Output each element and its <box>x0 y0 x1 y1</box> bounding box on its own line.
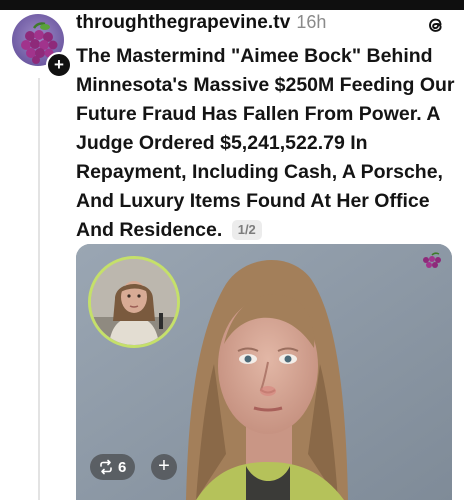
post-header: throughthegrapevine.tv 16h <box>76 12 326 38</box>
username-link[interactable]: throughthegrapevine.tv <box>76 12 290 34</box>
threads-logo-icon[interactable] <box>425 14 447 36</box>
courtroom-sketch-inset <box>88 256 180 348</box>
page-indicator: 1/2 <box>231 220 262 240</box>
status-bar <box>0 0 464 10</box>
post-image[interactable]: 6 + <box>76 244 452 500</box>
courtroom-photo <box>91 259 177 345</box>
repost-count: 6 <box>118 458 127 476</box>
repost-count-button[interactable]: 6 <box>90 454 136 480</box>
timestamp: 16h <box>296 12 327 32</box>
add-button[interactable]: + <box>151 454 177 480</box>
post-text: The Mastermind "Aimee Bock" Behind Minne… <box>76 45 455 241</box>
post-body: The Mastermind "Aimee Bock" Behind Minne… <box>76 42 456 245</box>
thread-line <box>38 78 40 500</box>
follow-button[interactable]: + <box>46 52 72 78</box>
repost-icon <box>100 459 112 475</box>
grapes-watermark-icon <box>423 252 441 268</box>
